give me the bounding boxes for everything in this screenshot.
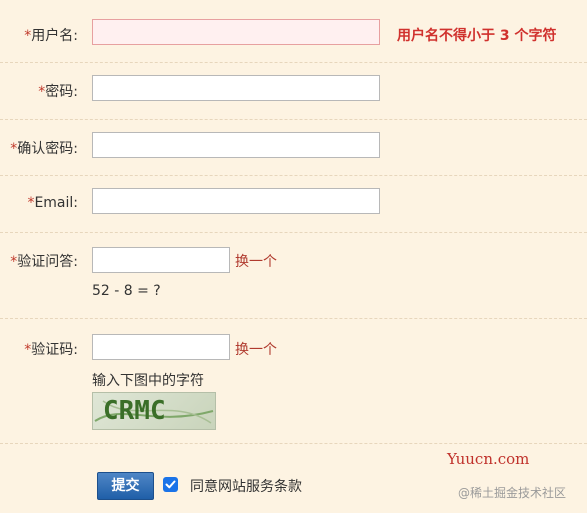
security-answer-input[interactable] [92, 247, 230, 273]
email-input[interactable] [92, 188, 380, 214]
security-question-text: 52 - 8 = ? [92, 283, 161, 299]
username-input[interactable] [92, 19, 380, 45]
change-captcha-link[interactable]: 换一个 [235, 339, 277, 359]
username-label: *用户名: [24, 28, 78, 44]
watermark-community: @稀土掘金技术社区 [458, 486, 567, 500]
agree-label[interactable]: 同意网站服务条款 [190, 476, 302, 496]
row-email: *Email: [0, 175, 587, 233]
password-label: *密码: [38, 84, 78, 100]
captcha-image[interactable]: CRMC [92, 392, 216, 430]
agree-checkbox[interactable] [163, 477, 178, 492]
username-error: 用户名不得小于 3 个字符 [397, 28, 557, 44]
row-confirm-password: *确认密码: [0, 119, 587, 176]
captcha-input[interactable] [92, 334, 230, 360]
captcha-label: *验证码: [24, 342, 78, 358]
confirm-password-label: *确认密码: [10, 141, 78, 157]
submit-button[interactable]: 提交 [97, 472, 154, 500]
change-question-link[interactable]: 换一个 [235, 251, 277, 271]
security-question-label: *验证问答: [10, 254, 78, 270]
row-captcha: *验证码: 换一个 输入下图中的字符 [0, 318, 587, 444]
check-icon [165, 480, 176, 489]
captcha-text: CRMC [103, 396, 166, 426]
captcha-hint: 输入下图中的字符 [92, 373, 204, 389]
row-username: *用户名: 用户名不得小于 3 个字符 [0, 0, 587, 63]
watermark-site: Yuucn.com [447, 450, 530, 468]
row-password: *密码: [0, 62, 587, 120]
email-label: *Email: [27, 195, 78, 211]
confirm-password-input[interactable] [92, 132, 380, 158]
password-input[interactable] [92, 75, 380, 101]
row-security-question: *验证问答: 换一个 52 - 8 = ? [0, 232, 587, 319]
